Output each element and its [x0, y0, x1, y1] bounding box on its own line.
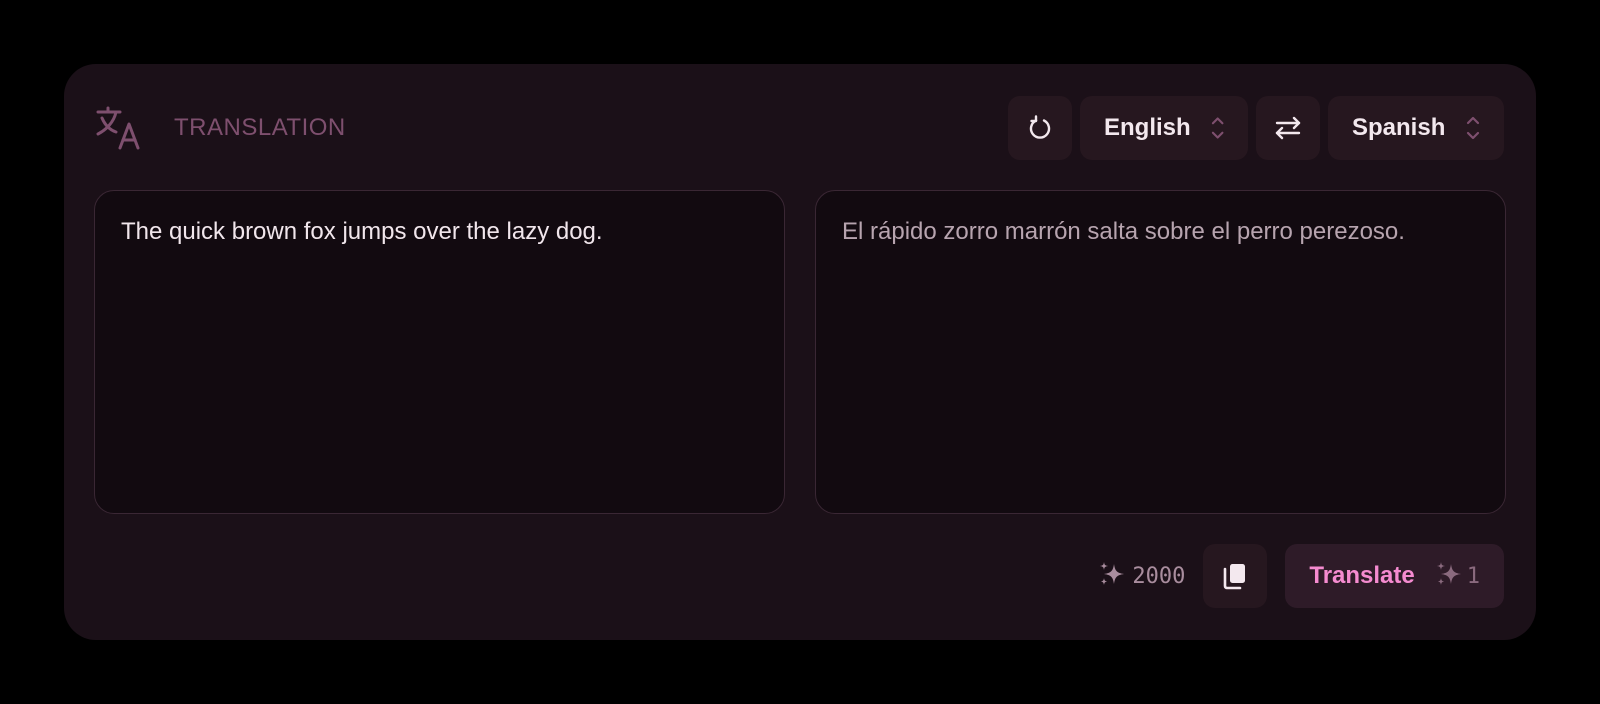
translated-text-output: El rápido zorro marrón salta sobre el pe…: [815, 190, 1506, 514]
reset-button[interactable]: [1008, 96, 1072, 160]
swap-arrows-icon: [1273, 116, 1303, 140]
translation-panels: The quick brown fox jumps over the lazy …: [94, 190, 1506, 514]
source-language-select[interactable]: English: [1080, 96, 1248, 160]
chevron-up-down-icon: [1466, 116, 1480, 140]
translate-cost-count: 1: [1466, 563, 1480, 589]
source-language-label: English: [1104, 114, 1191, 141]
target-language-select[interactable]: Spanish: [1328, 96, 1504, 160]
language-controls: English Spanish: [1008, 96, 1504, 160]
refresh-icon: [1027, 115, 1053, 141]
translate-button[interactable]: Translate 1: [1285, 544, 1504, 608]
translate-cost: 1: [1435, 560, 1480, 593]
credits-count: 2000: [1132, 563, 1186, 589]
page-title: TRANSLATION: [174, 114, 346, 141]
copy-icon: [1222, 562, 1248, 590]
source-text-input[interactable]: The quick brown fox jumps over the lazy …: [94, 190, 785, 514]
translate-button-label: Translate: [1309, 562, 1415, 589]
sparkles-icon: [1435, 560, 1463, 593]
copy-button[interactable]: [1203, 544, 1268, 608]
target-language-label: Spanish: [1352, 114, 1446, 141]
translation-card: TRANSLATION English Spanish The quick br…: [64, 64, 1536, 640]
card-header: TRANSLATION English Spanish: [96, 96, 1504, 160]
translate-icon: [96, 106, 142, 150]
chevron-up-down-icon: [1211, 117, 1224, 139]
swap-languages-button[interactable]: [1256, 96, 1320, 160]
credits-remaining: 2000: [1098, 560, 1185, 593]
brand: TRANSLATION: [96, 106, 346, 150]
sparkles-icon: [1098, 560, 1126, 593]
card-footer: 2000 Translate 1: [1098, 544, 1504, 608]
